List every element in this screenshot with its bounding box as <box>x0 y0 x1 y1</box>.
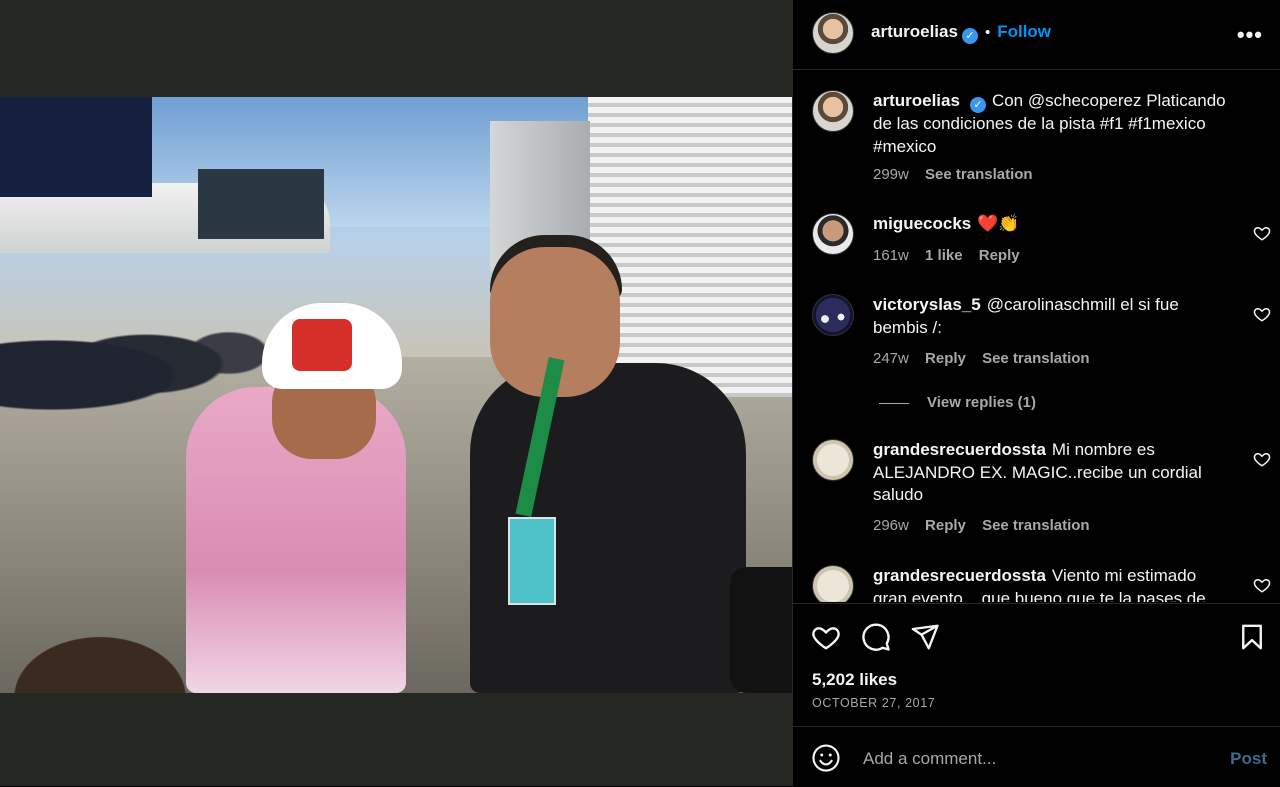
like-comment-heart-icon[interactable] <box>1253 224 1271 242</box>
post-comment-button[interactable]: Post <box>1230 749 1267 769</box>
caption-age: 299w <box>873 166 909 183</box>
like-heart-icon[interactable] <box>811 622 841 652</box>
verified-badge-icon: ✓ <box>969 97 986 113</box>
save-bookmark-icon[interactable] <box>1237 622 1267 652</box>
likes-count[interactable]: 5,202 likes <box>812 670 897 690</box>
commenter-avatar[interactable] <box>812 213 854 255</box>
comments-list[interactable]: arturoelias ✓ Con @schecoperez Platicando … <box>793 70 1280 602</box>
comment-age: 247w <box>873 350 909 367</box>
see-translation-link[interactable]: See translation <box>982 350 1090 367</box>
post-panel: arturoelias ✓ • Follow ••• arturoelias ✓ Con … <box>792 0 1280 786</box>
comment-username[interactable]: grandesrecuerdossta <box>873 566 1046 585</box>
comment-like-count[interactable]: 1 like <box>925 247 963 264</box>
commenter-avatar[interactable] <box>812 565 854 602</box>
caption-avatar[interactable] <box>812 90 854 132</box>
comment-input[interactable] <box>861 745 1205 773</box>
comment-username[interactable]: miguecocks <box>873 214 971 233</box>
comment-age: 296w <box>873 517 909 534</box>
like-comment-heart-icon[interactable] <box>1253 305 1271 323</box>
like-comment-heart-icon[interactable] <box>1253 450 1271 468</box>
comment-age: 161w <box>873 247 909 264</box>
add-comment-bar: Post <box>793 726 1280 787</box>
replies-divider <box>879 402 909 404</box>
post-photo[interactable] <box>0 97 792 693</box>
share-paper-plane-icon[interactable] <box>910 622 940 652</box>
reply-button[interactable]: Reply <box>979 247 1020 264</box>
comment-bubble-icon[interactable] <box>861 622 891 652</box>
emoji-smiley-icon[interactable] <box>811 743 841 773</box>
comment-username[interactable]: grandesrecuerdossta <box>873 440 1046 459</box>
see-translation-link[interactable]: See translation <box>925 166 1033 183</box>
commenter-avatar[interactable] <box>812 439 854 481</box>
view-replies-label: View replies (1) <box>927 394 1036 411</box>
commenter-avatar[interactable] <box>812 294 854 336</box>
caption-username[interactable]: arturoelias <box>873 91 960 110</box>
separator-dot: • <box>984 24 991 41</box>
view-replies-button[interactable]: View replies (1) <box>879 394 1036 411</box>
more-options-icon[interactable]: ••• <box>1237 22 1263 48</box>
reply-button[interactable]: Reply <box>925 350 966 367</box>
author-avatar[interactable] <box>812 12 854 54</box>
comment-text: ❤️👏 <box>977 214 1020 233</box>
like-comment-heart-icon[interactable] <box>1253 576 1271 594</box>
media-panel <box>0 0 792 786</box>
post-header: arturoelias ✓ • Follow ••• <box>793 0 1280 70</box>
verified-badge-icon: ✓ <box>961 28 978 44</box>
see-translation-link[interactable]: See translation <box>982 517 1090 534</box>
comment-username[interactable]: victoryslas_5 <box>873 295 981 314</box>
action-bar <box>793 603 1280 664</box>
follow-button[interactable]: Follow <box>997 22 1051 41</box>
reply-button[interactable]: Reply <box>925 517 966 534</box>
post-date[interactable]: OCTOBER 27, 2017 <box>812 696 935 710</box>
author-username[interactable]: arturoelias <box>871 22 958 41</box>
